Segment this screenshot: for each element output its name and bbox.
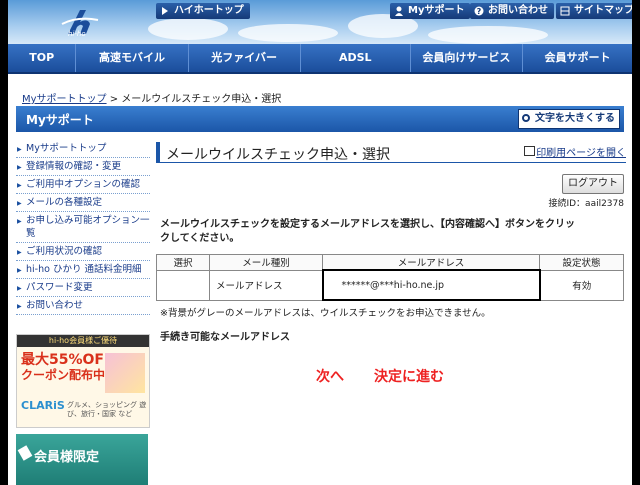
members-only-banner[interactable]: 会員様限定	[16, 434, 148, 485]
mail-address-table: 選択 メール種別 メールアドレス 設定状態 メールアドレス ******@***…	[156, 254, 624, 301]
svg-text:?: ?	[477, 7, 482, 16]
sidebar-item-available-options[interactable]: お申し込み可能オプション一覧	[16, 212, 150, 243]
table-row: メールアドレス ******@***hi-ho.ne.jp 有効	[156, 269, 624, 301]
note-text: ※背景がグレーのメールアドレスは、ウイルスチェックをお申込できません。	[160, 308, 491, 319]
nav-item-top[interactable]: TOP	[8, 44, 77, 72]
sidebar-item-mysupport-top[interactable]: Myサポートトップ	[16, 140, 150, 158]
nav-item-mobile[interactable]: 高速モバイル	[76, 44, 189, 72]
claris-logo: CLARiS	[21, 399, 65, 412]
procedure-heading: 手続き可能なメールアドレス	[160, 332, 290, 343]
magnifier-icon	[522, 114, 530, 122]
sidebar-item-password[interactable]: パスワード変更	[16, 279, 150, 297]
print-page-link[interactable]: 印刷用ページを開く	[524, 144, 626, 159]
nav-item-adsl[interactable]: ADSL	[301, 44, 411, 72]
header-link-hiho-top[interactable]: ハイホートップ	[156, 3, 250, 19]
sidebar-item-usage[interactable]: ご利用状況の確認	[16, 243, 150, 261]
nav-item-member-support[interactable]: 会員サポート	[523, 44, 632, 72]
row-status: 有効	[539, 269, 624, 301]
mysupport-title: Myサポート	[26, 113, 94, 127]
header-link-mysupport[interactable]: Myサポート	[390, 3, 471, 19]
shopping-image	[105, 353, 145, 393]
sidebar-item-registration[interactable]: 登録情報の確認・変更	[16, 158, 150, 176]
sitemap-icon	[560, 6, 570, 16]
decide-link[interactable]: 決定に進む	[374, 369, 444, 385]
column-header-type: メール種別	[209, 254, 323, 271]
arrow-right-icon	[162, 7, 168, 15]
column-header-select: 選択	[156, 254, 210, 271]
column-header-status: 設定状態	[539, 254, 624, 271]
enlarge-text-button[interactable]: 文字を大きくする	[518, 109, 620, 129]
row-address: ******@***hi-ho.ne.jp	[321, 269, 541, 301]
row-select-cell[interactable]	[156, 269, 210, 301]
logo-text: hi-ho	[68, 30, 86, 38]
header-link-contact[interactable]: ? お問い合わせ	[470, 3, 554, 19]
page-title: メールウイルスチェック申込・選択	[166, 147, 390, 163]
row-type: メールアドレス	[209, 269, 323, 301]
mysupport-bar: Myサポート 文字を大きくする	[16, 106, 624, 132]
nav-item-member-services[interactable]: 会員向けサービス	[411, 44, 523, 72]
global-nav: TOP 高速モバイル 光ファイバー ADSL 会員向けサービス 会員サポート	[8, 44, 632, 74]
breadcrumb-current: メールウイルスチェック申込・選択	[121, 94, 282, 105]
site-header: hi-ho ハイホートップ Myサポート ? お問い合わせ サイトマップ	[8, 0, 632, 44]
column-header-address: メールアドレス	[322, 254, 540, 271]
sidebar-item-contact[interactable]: お問い合わせ	[16, 297, 150, 315]
tag-icon	[17, 445, 33, 461]
account-id: 接続ID：aail2378	[548, 199, 624, 209]
header-link-sitemap[interactable]: サイトマップ	[556, 3, 632, 19]
sidebar-item-mail-settings[interactable]: メールの各種設定	[16, 194, 150, 212]
nav-item-fiber[interactable]: 光ファイバー	[189, 44, 301, 72]
breadcrumb-home-link[interactable]: Myサポートトップ	[22, 94, 107, 105]
sidebar: Myサポートトップ 登録情報の確認・変更 ご利用中オプションの確認 メールの各種…	[16, 140, 150, 315]
logout-button[interactable]: ログアウト	[562, 174, 624, 194]
question-icon: ?	[474, 6, 484, 16]
next-actions: 次へ 決定に進む	[316, 366, 474, 386]
sidebar-item-options[interactable]: ご利用中オプションの確認	[16, 176, 150, 194]
printer-icon	[524, 146, 536, 156]
instruction-text: メールウイルスチェックを設定するメールアドレスを選択し、【内容確認へ】ボタンをク…	[160, 219, 575, 244]
left-frame	[0, 0, 8, 485]
right-frame	[632, 0, 640, 485]
breadcrumb: Myサポートトップ > メールウイルスチェック申込・選択	[22, 94, 282, 105]
user-icon	[395, 6, 403, 16]
sidebar-item-call-charges[interactable]: hi-ho ひかり 通話料金明細	[16, 261, 150, 279]
coupon-banner[interactable]: hi-ho会員様ご優待 最大55%OFF クーポン配布中!! CLARiS グル…	[16, 334, 150, 428]
next-link[interactable]: 次へ	[316, 369, 344, 385]
